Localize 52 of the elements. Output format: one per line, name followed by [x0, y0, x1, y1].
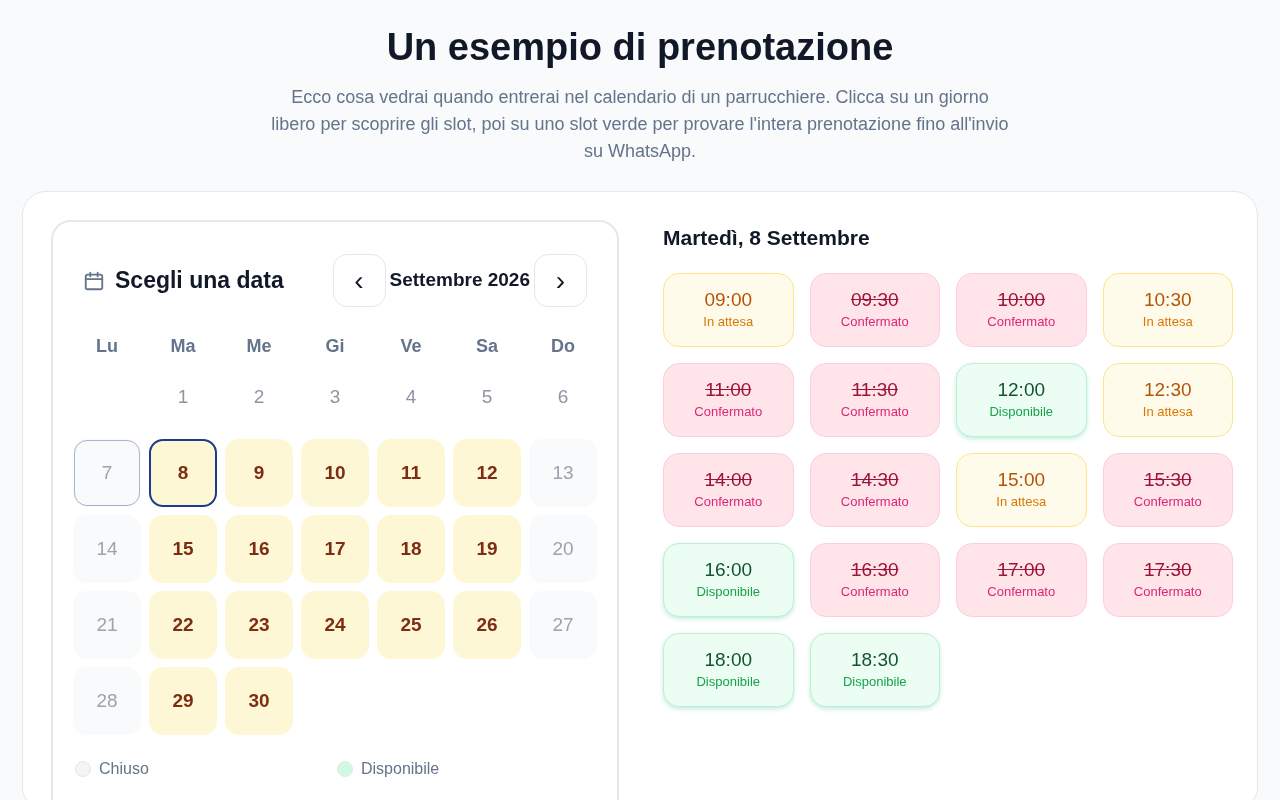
calendar-day[interactable]: 22 [149, 591, 217, 659]
weekday-label: Me [245, 335, 273, 358]
calendar-day[interactable]: 10 [301, 439, 369, 507]
weekday-label: Lu [95, 335, 119, 358]
calendar-day[interactable]: 17 [301, 515, 369, 583]
calendar-day[interactable]: 23 [225, 591, 293, 659]
time-slot[interactable]: 16:00 Disponibile [663, 542, 794, 617]
time-slot[interactable]: 17:00 Confermato [956, 542, 1087, 617]
calendar-day[interactable]: 12 [453, 439, 521, 507]
calendar-day[interactable]: 26 [453, 591, 521, 659]
time-slot[interactable]: 16:30 Confermato [809, 542, 940, 617]
time-slot[interactable]: 10:00 Confermato [956, 272, 1087, 347]
time-slot[interactable]: 14:00 Confermato [663, 452, 794, 527]
time-slot[interactable]: 09:00 In attesa [663, 272, 794, 347]
calendar-day[interactable]: 29 [149, 667, 217, 735]
next-month-button[interactable]: › [534, 254, 587, 307]
time-slot[interactable]: 15:00 In attesa [956, 452, 1087, 527]
calendar-day[interactable]: 24 [301, 591, 369, 659]
time-slot[interactable]: 10:30 In attesa [1102, 272, 1233, 347]
calendar-day[interactable]: 16 [225, 515, 293, 583]
calendar-day[interactable]: 9 [225, 439, 293, 507]
time-slot[interactable]: 15:30 Confermato [1102, 452, 1233, 527]
time-slot[interactable]: 09:30 Confermato [809, 272, 940, 347]
month-label: Settembre 2026 [389, 268, 530, 293]
calendar-day[interactable]: 11 [377, 439, 445, 507]
calendar-day[interactable]: 25 [377, 591, 445, 659]
weekday-label: Gi [324, 335, 346, 358]
weekday-label: Ve [399, 335, 423, 358]
time-slot[interactable]: 11:30 Confermato [809, 362, 940, 437]
legend-label: Chiuso [99, 759, 149, 779]
calendar-icon [83, 269, 105, 292]
time-slot[interactable]: 14:30 Confermato [809, 452, 940, 527]
calendar-day[interactable]: 30 [225, 667, 293, 735]
selected-date-heading: Martedì, 8 Settembre [663, 225, 871, 251]
time-slot[interactable]: 12:00 Disponibile [956, 362, 1087, 437]
calendar-day[interactable]: 15 [149, 515, 217, 583]
time-slot[interactable]: 18:30 Disponibile [809, 632, 940, 707]
time-slot[interactable]: 18:00 Disponibile [663, 632, 794, 707]
weekday-label: Ma [169, 335, 197, 358]
calendar-day[interactable]: 8 [149, 439, 217, 507]
calendar-day[interactable]: 18 [377, 515, 445, 583]
legend-label: Disponibile [361, 759, 440, 779]
calendar-heading: Scegli una data [115, 266, 284, 296]
time-slot[interactable]: 17:30 Confermato [1102, 542, 1233, 617]
weekday-label: Sa [475, 335, 499, 358]
calendar-day[interactable]: 19 [453, 515, 521, 583]
page-title: Un esempio di prenotazione [386, 25, 894, 70]
time-slot[interactable]: 11:00 Confermato [663, 362, 794, 437]
previous-month-button[interactable]: ‹ [332, 254, 386, 307]
page-subtitle: Ecco cosa vedrai quando entrerai nel calendario di un parrucchiere. Clicca su un giorno libero per scoprire gli slot, poi su uno slot verde per provare l'intera prenotazione fino all'invio su WhatsApp. [270, 86, 1010, 163]
weekday-label: Do [550, 335, 576, 358]
time-slot[interactable]: 12:30 In attesa [1102, 362, 1233, 437]
